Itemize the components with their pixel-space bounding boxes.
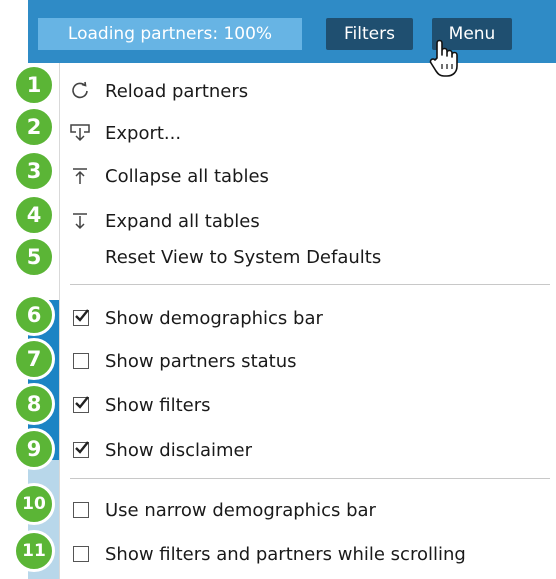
toggle-label: Show disclaimer: [105, 439, 253, 461]
callout-badge-10: 10: [13, 483, 55, 525]
toggle-demographics-bar[interactable]: Show demographics bar: [60, 301, 556, 335]
option-label: Show filters and partners while scrollin…: [105, 543, 466, 565]
export-icon: [67, 120, 93, 146]
callout-badge-8: 8: [13, 383, 55, 425]
toggle-label: Show demographics bar: [105, 307, 323, 329]
toggle-label: Show partners status: [105, 350, 297, 372]
menu-divider: [70, 478, 550, 479]
filters-button[interactable]: Filters: [326, 18, 413, 50]
checkbox-unchecked[interactable]: [73, 502, 89, 518]
toggle-show-disclaimer[interactable]: Show disclaimer: [60, 433, 556, 467]
checkbox-unchecked[interactable]: [73, 353, 89, 369]
menu-item-label: Export...: [105, 122, 182, 144]
checkbox-checked[interactable]: [73, 396, 89, 413]
loading-status: Loading partners: 100%: [38, 18, 302, 50]
checkbox-checked[interactable]: [73, 309, 89, 326]
callout-badge-5: 5: [13, 236, 55, 278]
option-sticky-filters-partners[interactable]: Show filters and partners while scrollin…: [60, 537, 556, 571]
menu-item-expand-all[interactable]: Expand all tables: [60, 204, 556, 238]
checkbox-checked[interactable]: [73, 441, 89, 458]
checkbox-unchecked[interactable]: [73, 546, 89, 562]
option-narrow-demographics-bar[interactable]: Use narrow demographics bar: [60, 493, 556, 527]
callout-badge-6: 6: [13, 294, 55, 336]
menu-item-export[interactable]: Export...: [60, 116, 556, 150]
callout-badge-7: 7: [13, 338, 55, 380]
collapse-icon: [67, 163, 93, 189]
menu-item-label: Collapse all tables: [105, 165, 269, 187]
expand-icon: [67, 208, 93, 234]
toggle-partners-status[interactable]: Show partners status: [60, 344, 556, 378]
menu-item-reset-view[interactable]: Reset View to System Defaults: [60, 240, 556, 274]
callout-badge-11: 11: [13, 530, 55, 572]
menu-item-label: Reset View to System Defaults: [105, 246, 382, 268]
callout-badge-9: 9: [13, 428, 55, 470]
menu-dropdown: Reload partners Export... Collapse all t…: [60, 63, 556, 579]
callout-badge-4: 4: [13, 194, 55, 236]
option-label: Use narrow demographics bar: [105, 499, 376, 521]
callout-badge-3: 3: [13, 150, 55, 192]
callout-badge-2: 2: [13, 106, 55, 148]
menu-item-label: Expand all tables: [105, 210, 260, 232]
menu-item-reload[interactable]: Reload partners: [60, 74, 556, 108]
callout-badge-1: 1: [13, 64, 55, 106]
reload-icon: [67, 78, 93, 104]
menu-divider: [70, 284, 550, 285]
menu-item-collapse-all[interactable]: Collapse all tables: [60, 159, 556, 193]
toggle-show-filters[interactable]: Show filters: [60, 388, 556, 422]
menu-item-label: Reload partners: [105, 80, 249, 102]
toggle-label: Show filters: [105, 394, 211, 416]
hand-pointer-icon: [428, 38, 460, 80]
